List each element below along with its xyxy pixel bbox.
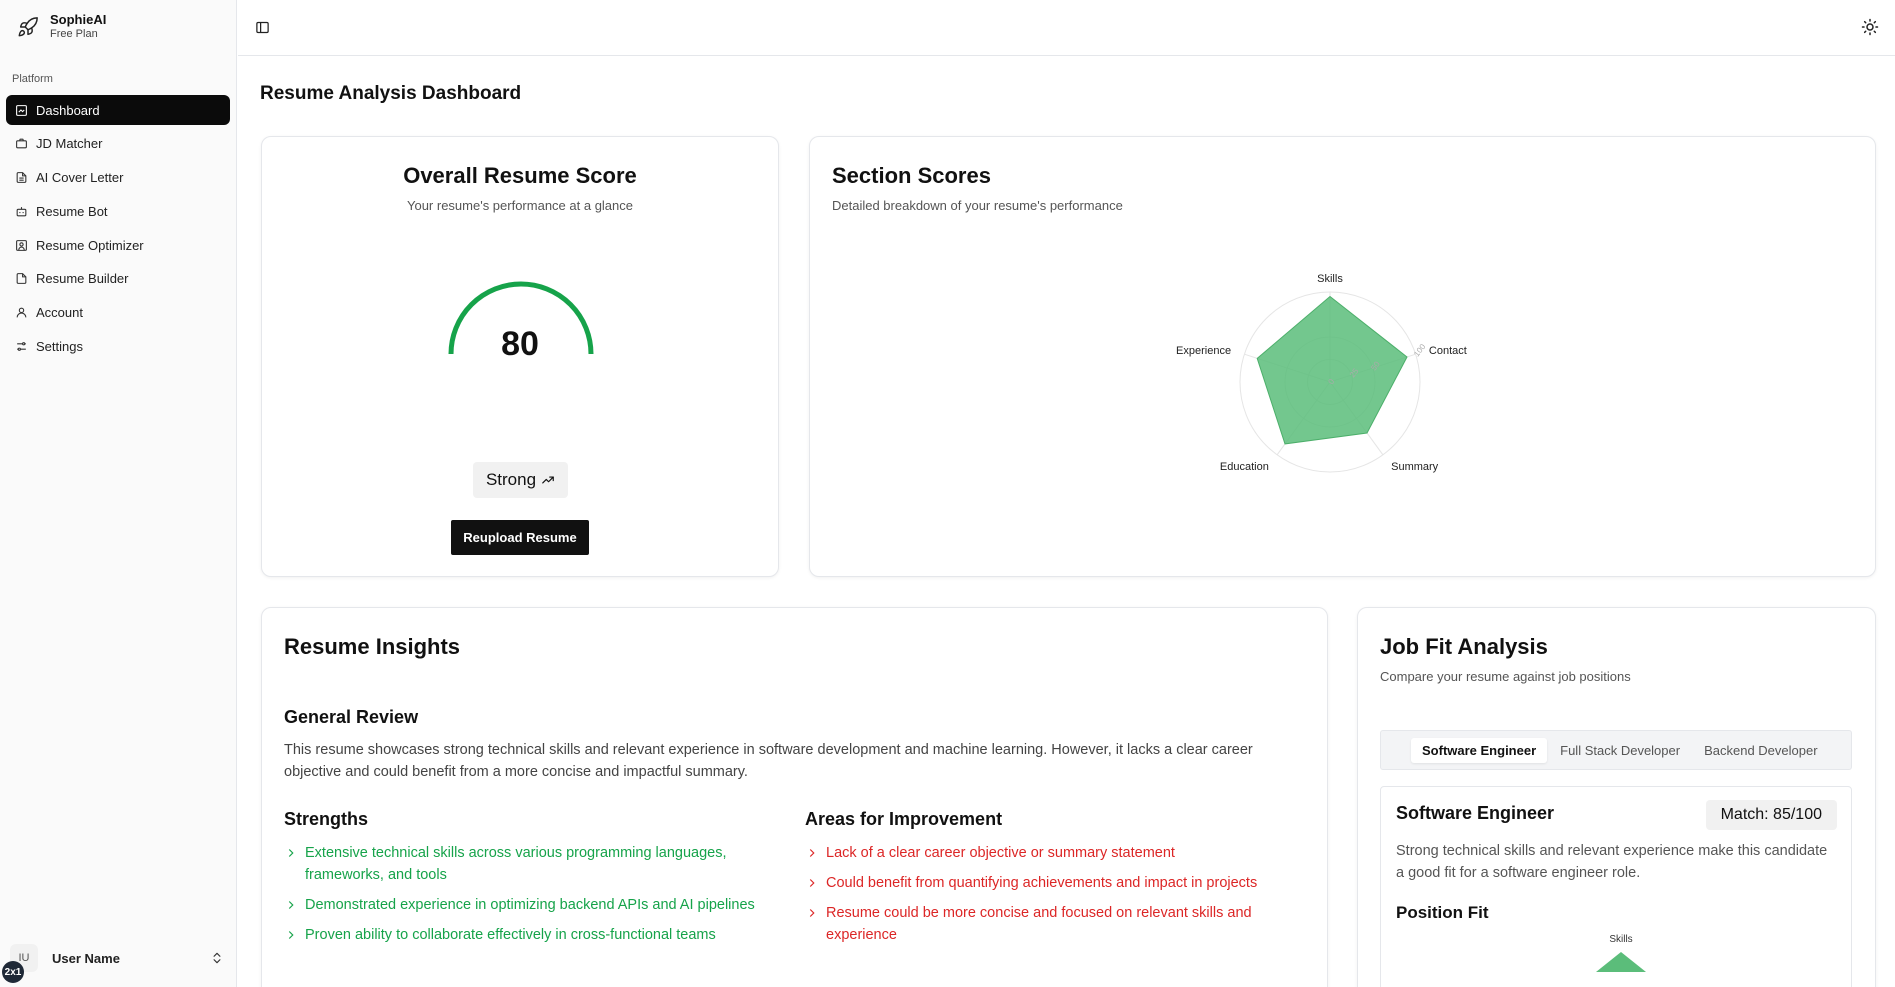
list-item: Proven ability to collaborate effectivel… [284, 924, 774, 946]
sidebar-item-label: Resume Bot [36, 203, 108, 219]
chevrons-up-down-icon [210, 951, 224, 965]
list-item: Extensive technical skills across variou… [284, 842, 774, 886]
sidebar-item-jd-matcher[interactable]: JD Matcher [6, 129, 230, 159]
sidebar-nav: Dashboard JD Matcher AI Cover Letter Res… [6, 95, 230, 365]
user-icon [14, 306, 28, 320]
document-icon [14, 171, 28, 185]
card-title: Section Scores [832, 163, 991, 188]
overall-score-card: Overall Resume Score Your resume's perfo… [261, 136, 779, 577]
strengths-title: Strengths [284, 809, 369, 829]
score-value: 80 [501, 325, 539, 363]
sidebar-item-dashboard[interactable]: Dashboard [6, 95, 230, 125]
list-item: Could benefit from quantifying achieveme… [805, 872, 1295, 894]
chevron-right-icon [805, 846, 819, 860]
card-description: Detailed breakdown of your resume's perf… [832, 198, 1123, 213]
sidebar-item-label: Resume Builder [36, 271, 129, 287]
strengths-list: Extensive technical skills across variou… [284, 842, 774, 954]
section-scores-radar-chart: 02550100SkillsContactSummaryEducationExp… [1176, 273, 1467, 473]
list-item: Resume could be more concise and focused… [805, 902, 1295, 946]
user-square-icon [14, 238, 28, 252]
sidebar-item-resume-bot[interactable]: Resume Bot [6, 196, 230, 226]
tab-backend-developer[interactable]: Backend Developer [1693, 738, 1828, 763]
chevron-right-icon [805, 906, 819, 920]
job-description: Strong technical skills and relevant exp… [1396, 843, 1828, 881]
plan-label: Free Plan [50, 28, 98, 40]
rating-badge: Strong [473, 462, 568, 498]
radar-category-label: Summary [1391, 461, 1439, 473]
chevron-right-icon [284, 928, 298, 942]
trending-up-icon [541, 473, 555, 487]
job-tabs: Software Engineer Full Stack Developer B… [1380, 730, 1852, 770]
job-title: Software Engineer [1396, 803, 1555, 823]
radar-series-area [1256, 295, 1408, 445]
file-icon [14, 272, 28, 286]
sliders-icon [14, 340, 28, 354]
section-scores-card: Section Scores Detailed breakdown of you… [809, 136, 1876, 577]
card-title: Resume Insights [284, 634, 461, 659]
user-menu[interactable]: IU User Name [10, 944, 224, 972]
theme-toggle-sun-icon[interactable] [1859, 16, 1881, 38]
position-fit-area [1596, 952, 1646, 972]
job-panel: Software Engineer Match: 85/100 Strong t… [1380, 786, 1852, 987]
sidebar-item-resume-optimizer[interactable]: Resume Optimizer [6, 230, 230, 260]
position-fit-radar-chart: Skills [1596, 934, 1646, 972]
improvement-text: Could benefit from quantifying achieveme… [826, 875, 1258, 891]
general-review-text: This resume showcases strong technical s… [284, 742, 1253, 780]
match-badge: Match: 85/100 [1705, 800, 1837, 830]
tab-full-stack-developer[interactable]: Full Stack Developer [1549, 738, 1691, 763]
improvements-list: Lack of a clear career objective or summ… [805, 842, 1295, 954]
strength-text: Proven ability to collaborate effectivel… [305, 927, 716, 943]
sidebar-item-settings[interactable]: Settings [6, 332, 230, 362]
rating-label: Strong [485, 470, 537, 489]
sidebar-item-label: JD Matcher [36, 136, 103, 152]
improvements-title: Areas for Improvement [805, 809, 1003, 829]
radar-category-label: Education [1220, 461, 1269, 473]
chevron-right-icon [284, 846, 298, 860]
sidebar-item-label: Account [36, 305, 83, 321]
sidebar-item-label: Settings [36, 339, 83, 355]
zoom-badge: 2x1 [2, 961, 24, 983]
rocket-icon [14, 13, 42, 41]
card-description: Compare your resume against job position… [1380, 669, 1631, 684]
list-item: Lack of a clear career objective or summ… [805, 842, 1295, 864]
sidebar-item-account[interactable]: Account [6, 298, 230, 328]
position-fit-axis-label: Skills [1609, 934, 1632, 945]
briefcase-icon [14, 137, 28, 151]
list-item: Demonstrated experience in optimizing ba… [284, 894, 774, 916]
radar-category-label: Contact [1429, 345, 1467, 357]
user-name: User Name [52, 950, 120, 966]
chevron-right-icon [805, 876, 819, 890]
strength-text: Extensive technical skills across variou… [305, 845, 727, 883]
dashboard-icon [14, 103, 28, 117]
sidebar: SophieAI Free Plan Platform Dashboard JD… [0, 0, 237, 987]
top-bar [238, 0, 1895, 56]
sidebar-item-label: AI Cover Letter [36, 170, 124, 186]
resume-insights-card: Resume Insights General Review This resu… [261, 607, 1328, 987]
strength-text: Demonstrated experience in optimizing ba… [305, 897, 755, 913]
sidebar-item-resume-builder[interactable]: Resume Builder [6, 264, 230, 294]
nav-group-label: Platform [12, 73, 53, 85]
radar-category-label: Experience [1176, 345, 1231, 357]
sidebar-item-label: Dashboard [36, 102, 100, 118]
card-description: Your resume's performance at a glance [406, 198, 633, 213]
general-review-title: General Review [284, 707, 419, 727]
card-title: Job Fit Analysis [1380, 634, 1548, 659]
tab-software-engineer[interactable]: Software Engineer [1411, 737, 1548, 763]
improvement-text: Resume could be more concise and focused… [826, 905, 1252, 943]
bot-icon [14, 204, 28, 218]
radar-tick-label: 100 [1412, 342, 1428, 358]
job-fit-card: Job Fit Analysis Compare your resume aga… [1357, 607, 1876, 987]
reupload-resume-button[interactable]: Reupload Resume [451, 520, 589, 555]
sidebar-toggle-icon[interactable] [252, 17, 272, 37]
page-title: Resume Analysis Dashboard [260, 83, 522, 104]
improvement-text: Lack of a clear career objective or summ… [826, 845, 1175, 861]
position-fit-title: Position Fit [1396, 903, 1489, 922]
sidebar-item-ai-cover-letter[interactable]: AI Cover Letter [6, 163, 230, 193]
radar-category-label: Skills [1317, 273, 1343, 285]
brand[interactable]: SophieAI Free Plan [14, 12, 106, 42]
app-name: SophieAI [50, 12, 107, 27]
sidebar-item-label: Resume Optimizer [36, 237, 144, 253]
card-title: Overall Resume Score [403, 163, 637, 188]
chevron-right-icon [284, 898, 298, 912]
